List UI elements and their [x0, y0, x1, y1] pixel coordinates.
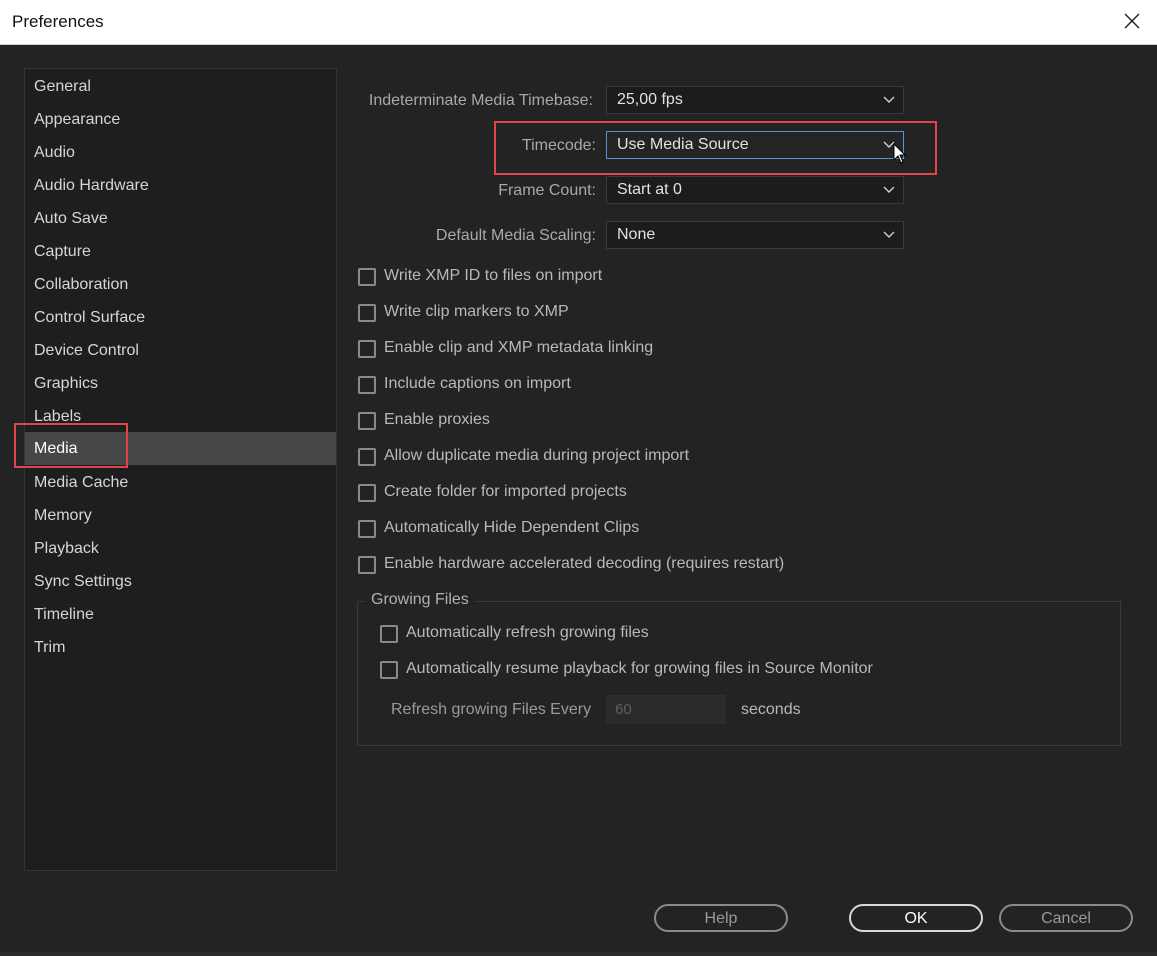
- checkbox-label: Write XMP ID to files on import: [384, 267, 603, 284]
- sidebar-item-audio-hardware[interactable]: Audio Hardware: [25, 169, 336, 202]
- checkbox-label: Include captions on import: [384, 375, 571, 392]
- help-button[interactable]: Help: [654, 904, 788, 932]
- timebase-value: 25,00 fps: [617, 91, 683, 108]
- timecode-label: Timecode:: [521, 137, 596, 154]
- checkbox-label: Allow duplicate media during project imp…: [384, 447, 690, 464]
- checkbox[interactable]: [358, 412, 376, 430]
- timebase-dropdown[interactable]: 25,00 fps: [606, 86, 904, 114]
- media-scaling-label: Default Media Scaling:: [435, 227, 596, 244]
- checkbox[interactable]: [380, 625, 398, 643]
- checkbox-label: Write clip markers to XMP: [384, 303, 569, 320]
- sidebar-item-playback[interactable]: Playback: [25, 532, 336, 565]
- sidebar-item-capture[interactable]: Capture: [25, 235, 336, 268]
- checkbox-label: Enable clip and XMP metadata linking: [384, 339, 654, 356]
- preferences-dialog: Preferences General Appearance Audio Aud…: [0, 0, 1157, 956]
- frame-count-dropdown[interactable]: Start at 0: [606, 176, 904, 204]
- mouse-cursor-icon: [893, 143, 907, 164]
- timecode-value: Use Media Source: [617, 136, 749, 153]
- frame-count-label: Frame Count:: [498, 182, 596, 199]
- timebase-label: Indeterminate Media Timebase:: [368, 92, 593, 109]
- checkbox-label: Create folder for imported projects: [384, 483, 627, 500]
- checkbox[interactable]: [358, 556, 376, 574]
- sidebar-item-device-control[interactable]: Device Control: [25, 334, 336, 367]
- media-scaling-value: None: [617, 226, 656, 243]
- checkbox-label: Automatically refresh growing files: [406, 624, 649, 641]
- checkbox-label: Enable hardware accelerated decoding (re…: [384, 555, 785, 572]
- sidebar-item-graphics[interactable]: Graphics: [25, 367, 336, 400]
- sidebar-item-control-surface[interactable]: Control Surface: [25, 301, 336, 334]
- chevron-down-icon: [883, 231, 895, 238]
- frame-count-value: Start at 0: [617, 181, 682, 198]
- sidebar-item-audio[interactable]: Audio: [25, 136, 336, 169]
- cancel-button[interactable]: Cancel: [999, 904, 1133, 932]
- sidebar-item-sync-settings[interactable]: Sync Settings: [25, 565, 336, 598]
- sidebar-item-media[interactable]: Media: [25, 432, 336, 465]
- checkbox[interactable]: [358, 520, 376, 538]
- checkbox[interactable]: [380, 661, 398, 679]
- chevron-down-icon: [883, 186, 895, 193]
- sidebar-item-labels[interactable]: Labels: [25, 400, 336, 433]
- refresh-interval-label: Refresh growing Files Every: [391, 701, 592, 718]
- sidebar-item-trim[interactable]: Trim: [25, 631, 336, 664]
- ok-button[interactable]: OK: [849, 904, 983, 932]
- checkbox[interactable]: [358, 340, 376, 358]
- growing-files-title: Growing Files: [365, 591, 475, 609]
- checkbox-label: Automatically Hide Dependent Clips: [384, 519, 640, 536]
- bottom-edge: [0, 952, 1157, 956]
- checkbox[interactable]: [358, 448, 376, 466]
- timecode-dropdown[interactable]: Use Media Source: [606, 131, 904, 159]
- checkbox-label: Enable proxies: [384, 411, 490, 428]
- chevron-down-icon: [883, 96, 895, 103]
- media-scaling-dropdown[interactable]: None: [606, 221, 904, 249]
- close-icon[interactable]: [1121, 10, 1143, 32]
- sidebar-item-appearance[interactable]: Appearance: [25, 103, 336, 136]
- checkbox[interactable]: [358, 484, 376, 502]
- seconds-label: seconds: [741, 701, 801, 718]
- preferences-category-list: General Appearance Audio Audio Hardware …: [24, 68, 337, 871]
- checkbox[interactable]: [358, 268, 376, 286]
- checkbox[interactable]: [358, 304, 376, 322]
- refresh-interval-input[interactable]: 60: [606, 695, 725, 724]
- sidebar-item-collaboration[interactable]: Collaboration: [25, 268, 336, 301]
- sidebar-item-media-cache[interactable]: Media Cache: [25, 466, 336, 499]
- sidebar-item-timeline[interactable]: Timeline: [25, 598, 336, 631]
- window-title: Preferences: [12, 12, 104, 31]
- title-bar: Preferences: [0, 0, 1157, 45]
- sidebar-item-memory[interactable]: Memory: [25, 499, 336, 532]
- checkbox-label: Automatically resume playback for growin…: [406, 660, 873, 677]
- sidebar-item-auto-save[interactable]: Auto Save: [25, 202, 336, 235]
- sidebar-item-general[interactable]: General: [25, 70, 336, 103]
- checkbox[interactable]: [358, 376, 376, 394]
